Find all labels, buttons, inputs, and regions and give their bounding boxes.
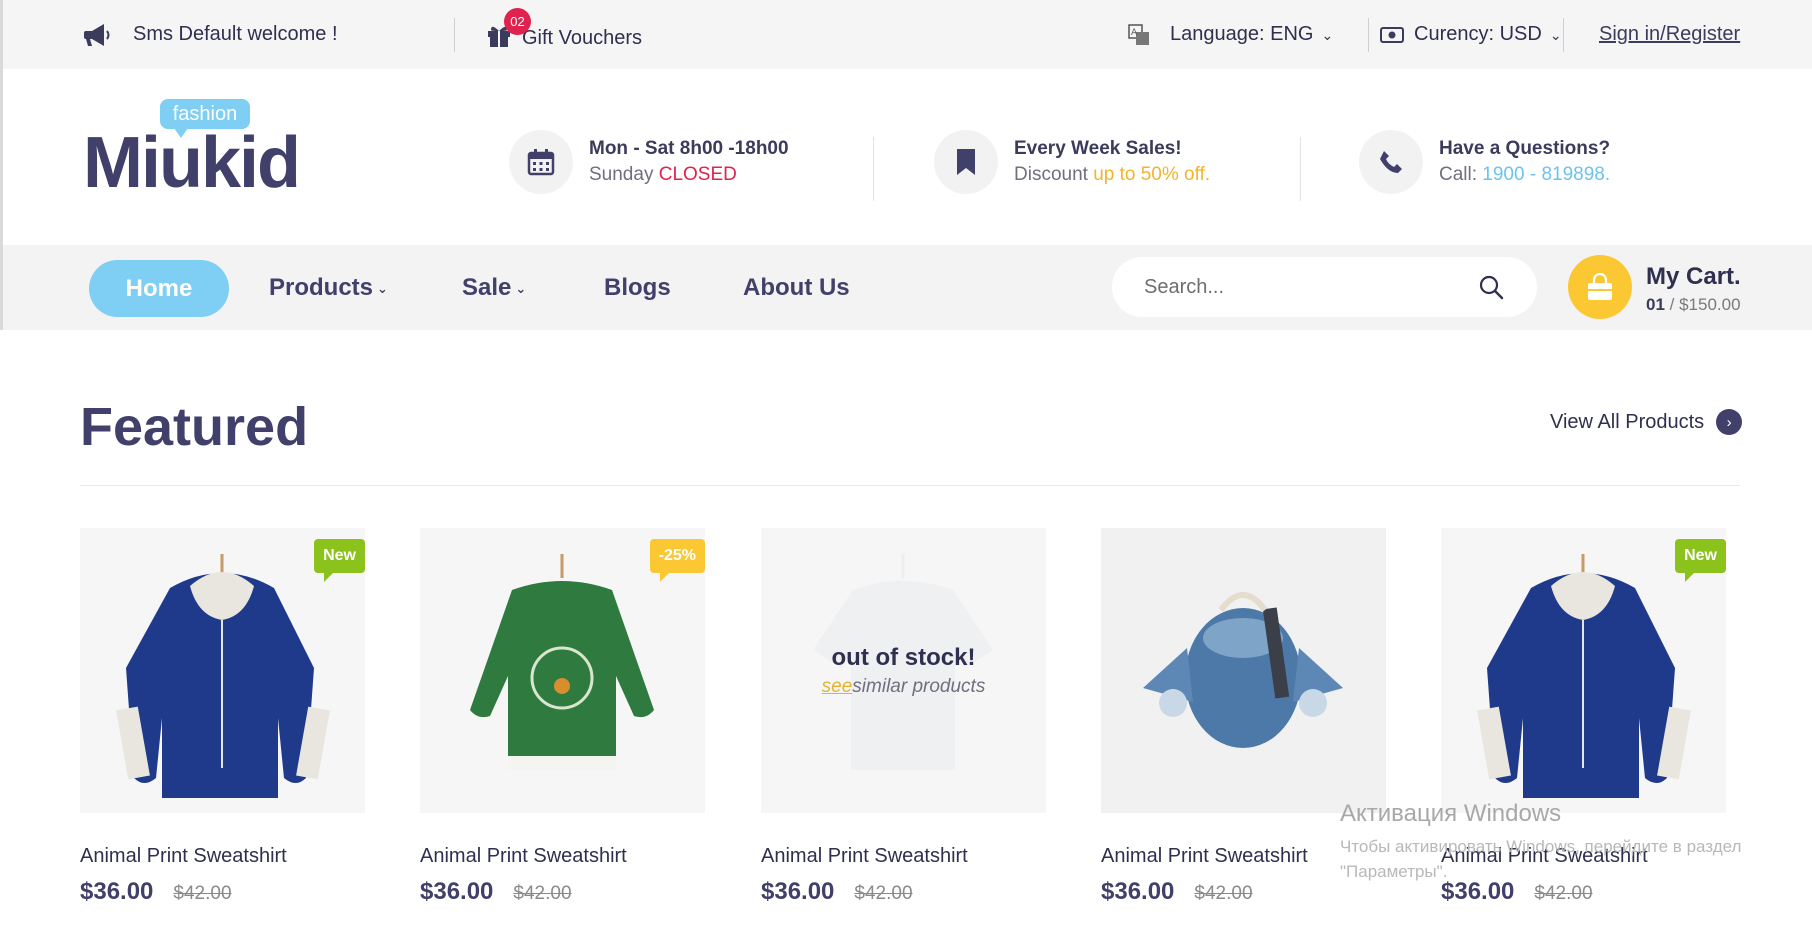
product-image[interactable]: New	[80, 528, 365, 813]
similar-products-text: similar products	[852, 675, 986, 697]
sales-line1: Every Week Sales!	[1014, 138, 1182, 159]
gift-vouchers-link[interactable]: 02 Gift Vouchers	[486, 0, 642, 69]
product-name[interactable]: Animal Print Sweatshirt	[420, 845, 705, 868]
search-box	[1112, 257, 1537, 317]
product-price: $36.00	[80, 878, 154, 905]
svg-text:A: A	[1131, 28, 1138, 38]
new-badge: New	[1675, 539, 1726, 582]
topbar-divider	[1563, 18, 1564, 52]
chevron-down-icon: ⌄	[1321, 27, 1334, 43]
product-name[interactable]: Animal Print Sweatshirt	[80, 845, 365, 868]
language-label: Language: ENG	[1170, 23, 1314, 45]
cart-count: 01	[1646, 295, 1665, 314]
section-title: Featured	[80, 397, 309, 457]
view-all-products-link[interactable]: View All Products ›	[1550, 408, 1743, 436]
announcement: Sms Default welcome !	[83, 0, 338, 69]
vouchers-count-badge: 02	[504, 7, 531, 35]
product-price: $36.00	[420, 878, 494, 905]
site-header: fashion Miukid Mon - Sat 8h00 -18h00 Sun…	[0, 69, 1812, 245]
out-of-stock-overlay: out of stock! seesimilar products	[761, 528, 1046, 813]
nav-item-sale-label: Sale	[462, 273, 512, 301]
cart-summary: 01 / $150.00	[1646, 295, 1741, 315]
gift-vouchers-label: Gift Vouchers	[522, 27, 643, 49]
nav-item-products[interactable]: Products ⌄	[269, 245, 388, 330]
topbar-divider	[1368, 18, 1369, 52]
cart-title[interactable]: My Cart.	[1646, 263, 1741, 291]
hours-prefix: Sunday	[589, 164, 659, 185]
see-similar-link[interactable]: see	[822, 676, 853, 697]
product-price: $36.00	[761, 878, 835, 905]
product-image[interactable]: New	[1441, 528, 1726, 813]
nav-item-home[interactable]: Home	[89, 260, 229, 317]
cart-button[interactable]	[1568, 255, 1632, 319]
new-badge: New	[314, 539, 365, 582]
signin-register-link[interactable]: Sign in/Register	[1599, 0, 1740, 69]
search-input[interactable]	[1144, 257, 1464, 317]
nav-item-products-label: Products	[269, 273, 374, 301]
product-image[interactable]	[1101, 528, 1386, 813]
product-price: $36.00	[1101, 878, 1175, 905]
topbar-divider	[454, 18, 455, 52]
header-divider	[873, 137, 874, 201]
product-old-price: $42.00	[854, 883, 913, 904]
shopping-bag-icon	[1588, 272, 1612, 300]
product-card[interactable]: out of stock! seesimilar products Animal…	[761, 528, 1046, 906]
cart-total: / $150.00	[1669, 295, 1741, 314]
nav-item-about[interactable]: About Us	[743, 245, 850, 330]
announcement-text: Sms Default welcome !	[133, 23, 338, 45]
hours-line1: Mon - Sat 8h00 -18h00	[589, 138, 789, 159]
contact-info: Have a Questions? Call: 1900 - 819898.	[1359, 127, 1610, 197]
sales-highlight: up to 50% off.	[1093, 164, 1211, 185]
chevron-right-icon: ›	[1716, 409, 1743, 435]
translate-icon: A	[1128, 23, 1149, 45]
currency-selector[interactable]: Curency: USD ⌄	[1380, 0, 1562, 69]
product-image[interactable]: -25%	[420, 528, 705, 813]
contact-prefix: Call:	[1439, 164, 1483, 185]
hours-closed: CLOSED	[658, 164, 737, 185]
product-old-price: $42.00	[513, 883, 572, 904]
product-old-price: $42.00	[173, 883, 232, 904]
language-selector[interactable]: A Language: ENG ⌄	[1128, 0, 1333, 69]
signin-label: Sign in/Register	[1599, 23, 1741, 45]
search-icon[interactable]	[1477, 273, 1505, 301]
phone-icon	[1380, 151, 1402, 173]
currency-label: Curency: USD	[1414, 23, 1542, 45]
product-old-price: $42.00	[1534, 883, 1593, 904]
product-image[interactable]: out of stock! seesimilar products	[761, 528, 1046, 813]
product-card[interactable]: -25% Animal Print Sweatshirt $36.00 $42.0…	[420, 528, 705, 906]
windows-activation-watermark: Активация Windows Чтобы активировать Win…	[1340, 800, 1741, 884]
contact-phone[interactable]: 1900 - 819898.	[1482, 164, 1610, 185]
nav-item-blogs[interactable]: Blogs	[604, 245, 671, 330]
bookmark-icon	[957, 149, 975, 175]
product-name[interactable]: Animal Print Sweatshirt	[761, 845, 1046, 868]
sales-prefix: Discount	[1014, 164, 1094, 185]
main-nav: Home Products⌄ Sale⌄ Blogs About Us My C…	[0, 245, 1812, 330]
banknote-icon	[1380, 26, 1404, 43]
calendar-icon	[527, 149, 555, 176]
product-card[interactable]: New Animal Print Sweatshirt $36.00 $42.00	[80, 528, 365, 906]
product-old-price: $42.00	[1194, 883, 1253, 904]
store-hours: Mon - Sat 8h00 -18h00 Sunday CLOSED	[509, 127, 789, 197]
top-bar: Sms Default welcome ! 02 Gift Vouchers A…	[0, 0, 1812, 69]
section-divider	[80, 485, 1740, 486]
site-logo[interactable]: fashion Miukid	[83, 99, 301, 199]
nav-item-sale[interactable]: Sale ⌄	[462, 245, 526, 330]
chevron-down-icon: ⌄	[515, 280, 527, 296]
contact-line1: Have a Questions?	[1439, 138, 1611, 159]
watermark-title: Активация Windows	[1340, 800, 1562, 827]
chevron-down-icon: ⌄	[377, 280, 388, 296]
discount-badge: -25%	[649, 539, 705, 582]
megaphone-icon	[84, 23, 110, 46]
view-all-label: View All Products	[1550, 410, 1705, 433]
out-of-stock-text: out of stock!	[831, 643, 976, 671]
airplane-backpack-image	[1143, 592, 1343, 748]
watermark-line2: Чтобы активировать Windows, перейдите в …	[1340, 837, 1742, 856]
watermark-line3: "Параметры".	[1340, 862, 1448, 881]
weekly-sales: Every Week Sales! Discount up to 50% off…	[934, 127, 1210, 197]
header-divider	[1300, 137, 1301, 201]
logo-text: Miukid	[83, 123, 301, 203]
chevron-down-icon: ⌄	[1549, 27, 1562, 43]
